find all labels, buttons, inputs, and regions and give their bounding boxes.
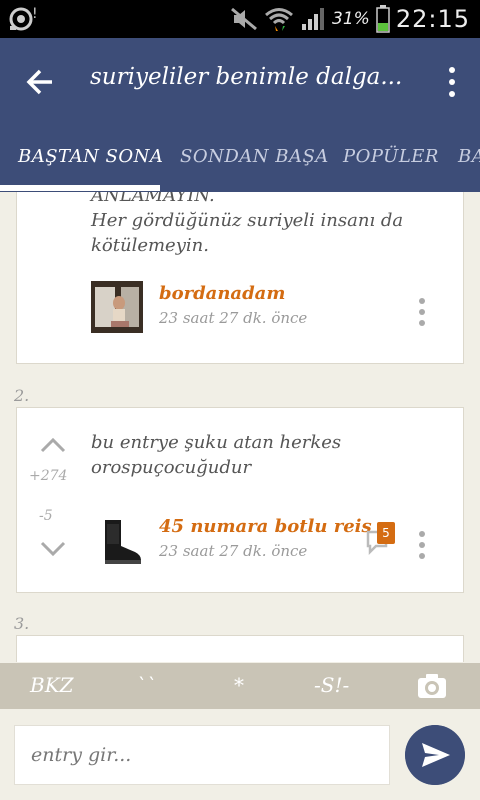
entry-date[interactable]: 23 saat 27 dk. önce <box>159 542 307 560</box>
upvote-count: +274 <box>29 468 68 484</box>
signal-icon <box>302 8 325 30</box>
more-vert-icon[interactable] <box>444 66 460 98</box>
entry-text-line: orospuçocuğudur <box>91 457 252 478</box>
battery-percent: 31% <box>332 9 370 29</box>
author-name[interactable]: 45 numara botlu reis <box>159 516 372 537</box>
spoiler-button[interactable]: -S!- <box>314 673 349 697</box>
quote-button[interactable]: `` <box>136 673 156 697</box>
entry-number: 2. <box>14 386 30 405</box>
active-tab-indicator <box>0 185 160 191</box>
send-icon[interactable] <box>405 725 465 785</box>
chevron-up-icon[interactable] <box>39 436 67 454</box>
more-vert-icon[interactable] <box>415 530 429 560</box>
status-bar: ! 31% 22:15 <box>0 0 480 38</box>
mute-icon <box>231 7 257 31</box>
entry-text: bu entrye şuku atan herkes orospuçocuğud… <box>91 430 341 480</box>
entry-card: +274 -5 bu entrye şuku atan herkes orosp… <box>16 407 464 593</box>
entry-card <box>16 635 464 662</box>
entry-input-bar <box>0 709 480 800</box>
entry-card: ANLAMAYIN. Her gördüğünüz suriyeli insan… <box>16 192 464 364</box>
entry-text: ANLAMAYIN. Her gördüğünüz suriyeli insan… <box>91 192 403 258</box>
battery-icon <box>376 5 390 33</box>
entry-list[interactable]: ANLAMAYIN. Her gördüğünüz suriyeli insan… <box>0 192 480 662</box>
tab-bastan-sona[interactable]: BAŞTAN SONA <box>18 146 163 167</box>
comment-count-badge[interactable]: 5 <box>377 522 395 544</box>
formatting-toolbar: BKZ `` * -S!- <box>0 663 480 709</box>
entry-date[interactable]: 23 saat 27 dk. önce <box>159 309 307 327</box>
entry-text-line: bu entrye şuku atan herkes <box>91 432 342 453</box>
star-button[interactable]: * <box>234 673 244 697</box>
author-name[interactable]: bordanadam <box>159 283 285 304</box>
entry-text-line: Her gördüğünüz suriyeli insanı da <box>91 210 404 231</box>
sync-notification-icon: ! <box>9 6 38 31</box>
camera-icon[interactable] <box>416 672 448 700</box>
author-avatar[interactable] <box>91 281 143 333</box>
chevron-down-icon[interactable] <box>39 540 67 558</box>
entry-text-line: kötülemeyin. <box>91 235 209 256</box>
tab-sondan-basa[interactable]: SONDAN BAŞA <box>180 146 329 167</box>
entry-text-line: ANLAMAYIN. <box>91 192 215 206</box>
wifi-icon <box>265 8 293 31</box>
svg-text:!: ! <box>32 6 38 22</box>
downvote-count: -5 <box>39 508 53 524</box>
author-avatar[interactable] <box>91 516 143 568</box>
entry-number: 3. <box>14 614 30 633</box>
tab-bar: BAŞTAN SONA SONDAN BAŞA POPÜLER BA <box>0 126 480 192</box>
app-bar: suriyeliler benimle dalga... <box>0 38 480 126</box>
arrow-left-icon[interactable] <box>20 62 60 102</box>
bkz-button[interactable]: BKZ <box>30 673 74 697</box>
tab-overflow[interactable]: BA <box>458 146 480 167</box>
entry-input[interactable] <box>14 725 390 785</box>
page-title: suriyeliler benimle dalga... <box>90 64 403 90</box>
more-vert-icon[interactable] <box>415 297 429 327</box>
tab-populer[interactable]: POPÜLER <box>343 146 439 167</box>
clock: 22:15 <box>395 5 470 33</box>
